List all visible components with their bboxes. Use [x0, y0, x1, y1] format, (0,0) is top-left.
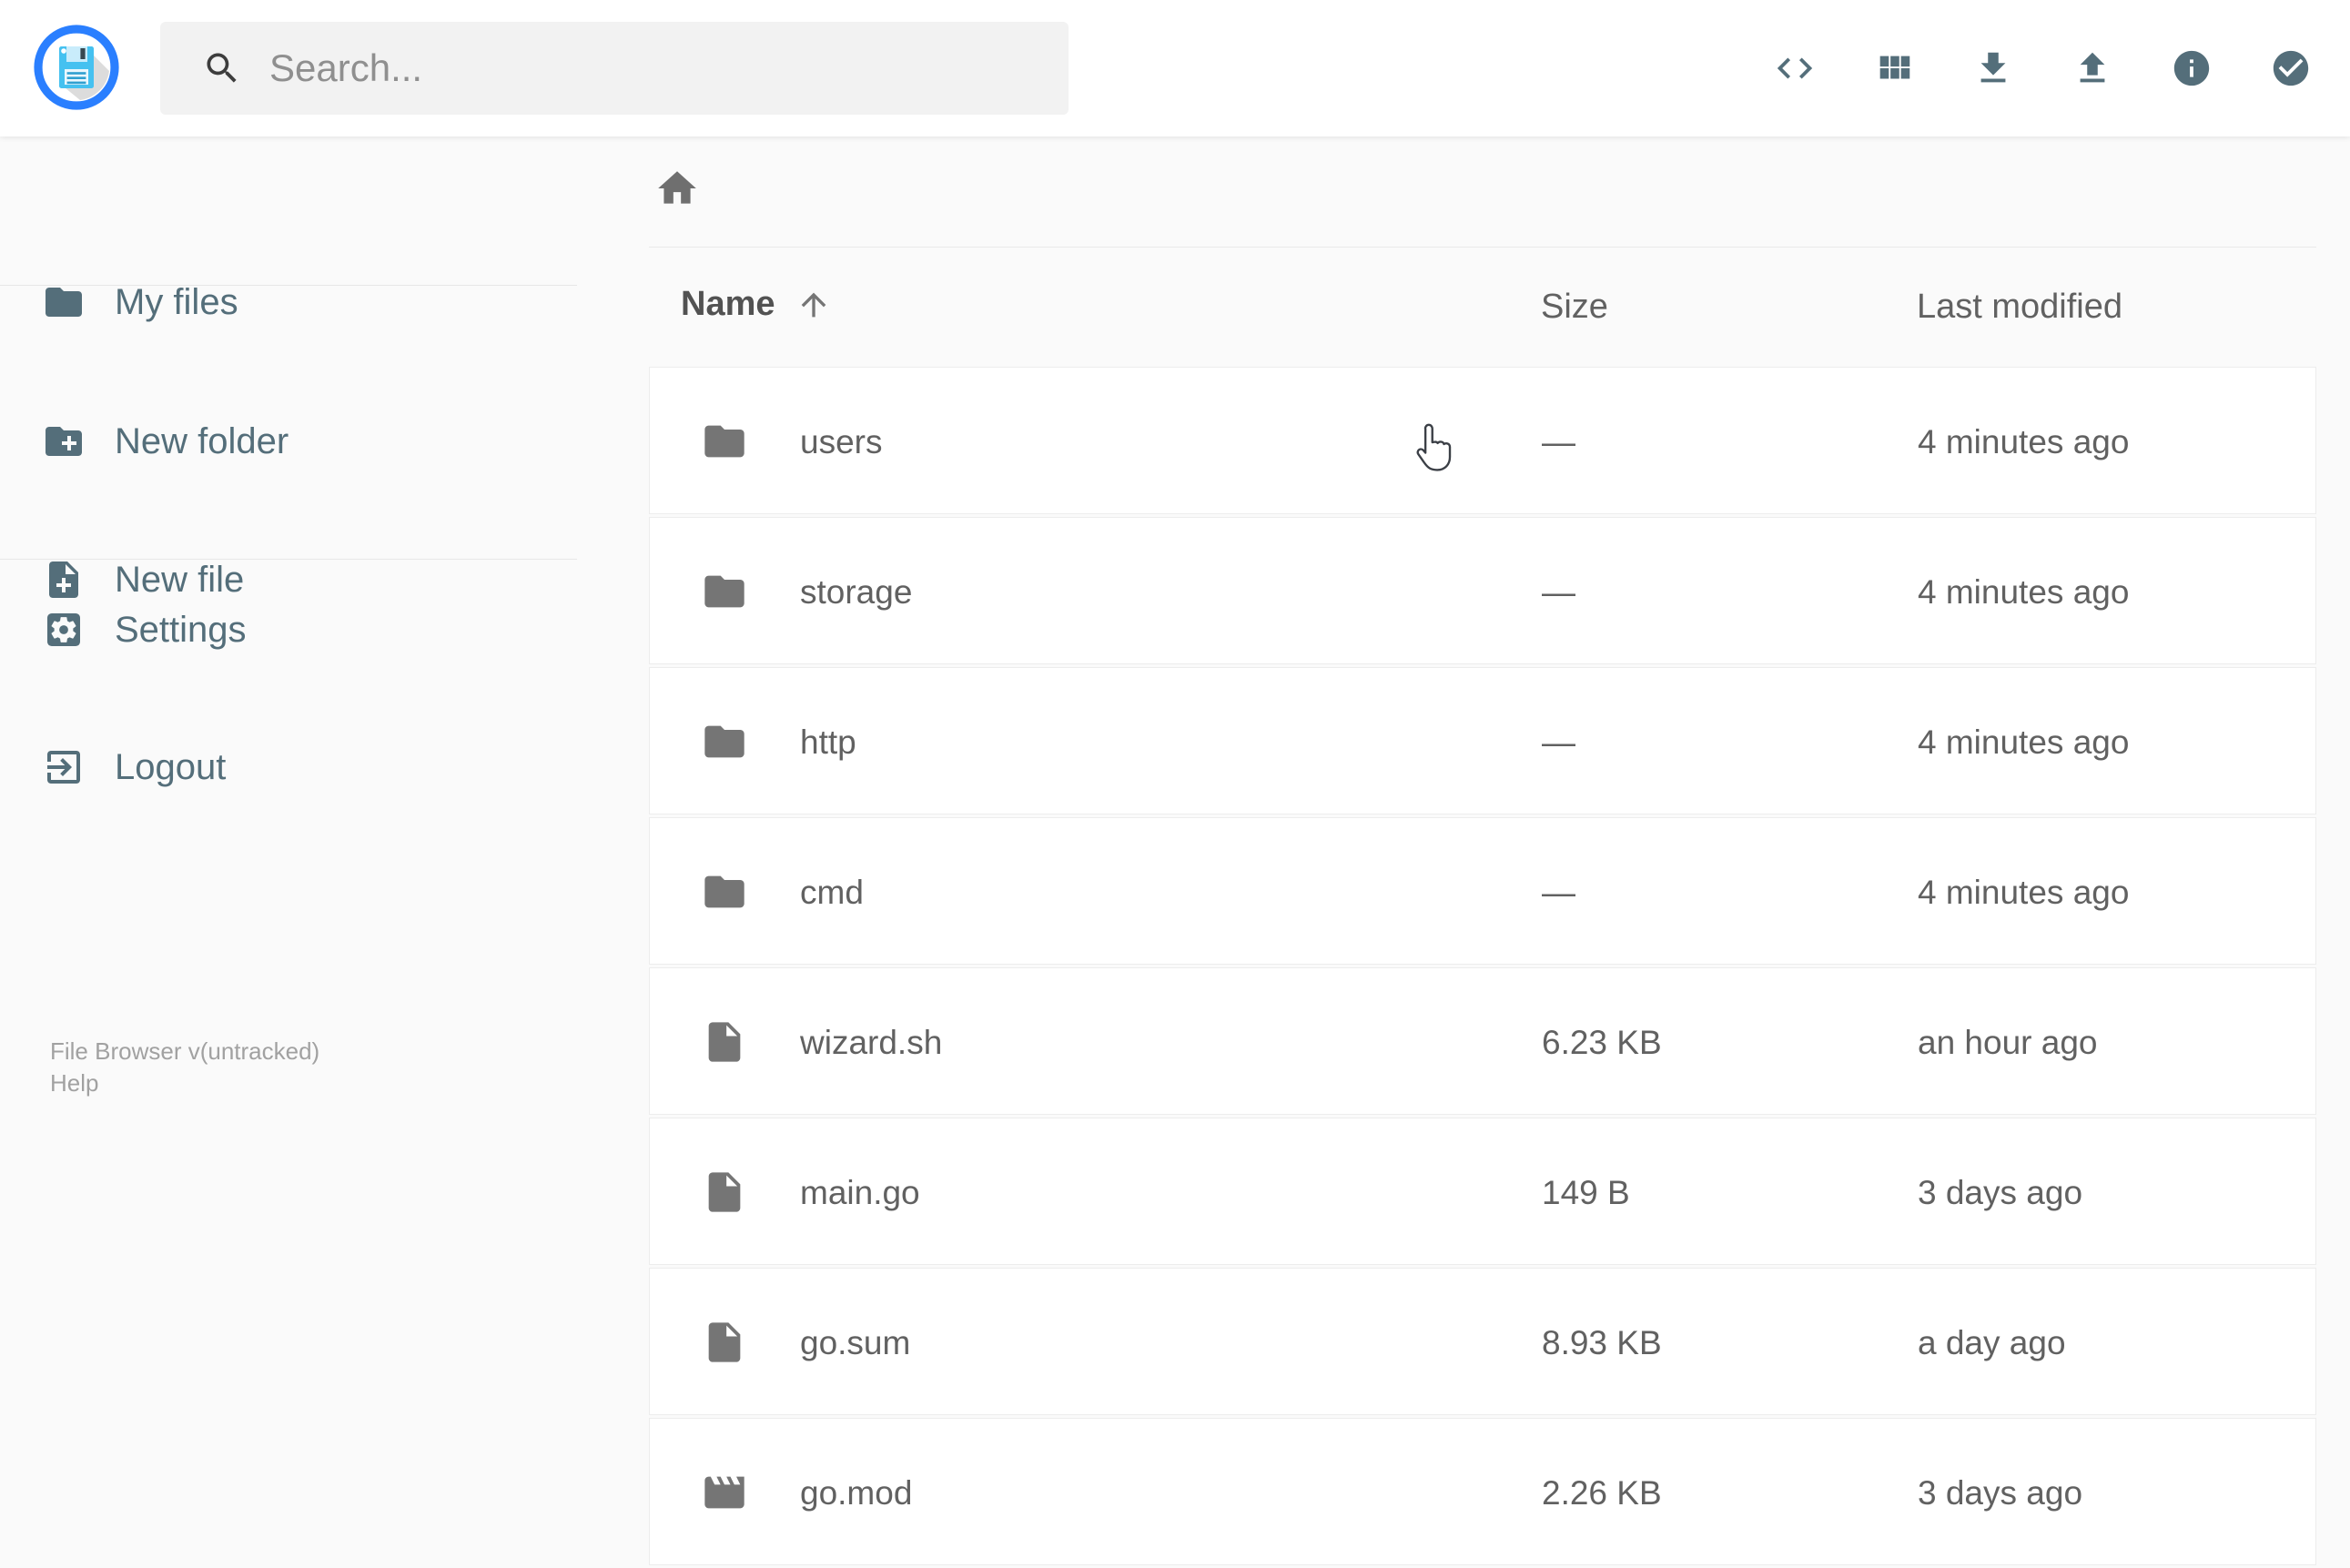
- floppy-disk-logo-icon: [34, 25, 119, 110]
- item-modified: 4 minutes ago: [1918, 874, 2130, 911]
- folder-icon: [46, 288, 82, 317]
- folder-icon: [704, 875, 745, 908]
- column-header-modified[interactable]: Last modified: [1917, 288, 2122, 327]
- folder-icon: [704, 725, 745, 758]
- search-input[interactable]: [269, 46, 1034, 90]
- list-item-go-sum[interactable]: go.sum 8.93 KB a day ago: [649, 1268, 2316, 1415]
- list-item-users[interactable]: users — 4 minutes ago: [649, 367, 2316, 514]
- file-icon: [708, 1022, 741, 1062]
- item-size: 8.93 KB: [1542, 1324, 1662, 1361]
- file-listing: users — 4 minutes ago storage — 4 minute…: [649, 367, 2316, 1568]
- item-modified: 3 days ago: [1918, 1174, 2083, 1211]
- sidebar-divider: [0, 559, 577, 560]
- upload-button[interactable]: [2071, 47, 2113, 89]
- list-item-main-go[interactable]: main.go 149 B 3 days ago: [649, 1118, 2316, 1265]
- item-name: cmd: [800, 874, 864, 911]
- item-size: —: [1542, 723, 1575, 761]
- column-header-size[interactable]: Size: [1541, 288, 1608, 327]
- upload-icon: [2080, 52, 2105, 83]
- settings-icon: [47, 613, 80, 646]
- sidebar-item-label: Logout: [115, 746, 227, 787]
- movie-file-icon: [704, 1476, 745, 1509]
- item-name: main.go: [800, 1174, 920, 1211]
- file-icon: [708, 1172, 741, 1212]
- list-item-storage[interactable]: storage — 4 minutes ago: [649, 517, 2316, 664]
- list-item-wizard-sh[interactable]: wizard.sh 6.23 KB an hour ago: [649, 967, 2316, 1115]
- sidebar-item-label: New folder: [115, 420, 289, 461]
- folder-icon: [704, 575, 745, 608]
- check-circle-icon: [2273, 50, 2309, 86]
- item-name: users: [800, 423, 883, 460]
- breadcrumb-divider: [649, 247, 2316, 248]
- item-name: wizard.sh: [800, 1024, 943, 1061]
- sidebar-item-new-folder[interactable]: New folder: [42, 398, 289, 485]
- code-icon: [1777, 57, 1813, 79]
- item-size: 6.23 KB: [1542, 1024, 1662, 1061]
- item-modified: a day ago: [1918, 1324, 2066, 1361]
- item-size: —: [1542, 423, 1575, 460]
- column-name-label: Name: [681, 285, 775, 323]
- sidebar-item-label: My files: [115, 281, 238, 322]
- search-icon: [207, 53, 237, 83]
- info-icon: [2173, 50, 2210, 86]
- listing-column-headers: Name Size Last modified: [649, 268, 2316, 350]
- sidebar-item-settings[interactable]: Settings: [42, 586, 247, 673]
- toolbar-actions: [1774, 47, 2312, 89]
- logout-icon: [47, 751, 80, 784]
- sidebar-item-my-files[interactable]: My files: [42, 258, 238, 346]
- download-button[interactable]: [1972, 47, 2014, 89]
- item-size: 2.26 KB: [1542, 1474, 1662, 1512]
- file-icon: [708, 1322, 741, 1362]
- list-item-go-mod[interactable]: go.mod 2.26 KB 3 days ago: [649, 1418, 2316, 1565]
- sidebar: My files New folder New file Settings Lo…: [0, 137, 577, 1511]
- item-name: go.mod: [800, 1474, 913, 1512]
- download-icon: [1980, 52, 2006, 83]
- top-bar: [0, 0, 2350, 137]
- column-header-name[interactable]: Name: [681, 285, 832, 324]
- item-size: —: [1542, 573, 1575, 611]
- search-bar[interactable]: [160, 22, 1069, 115]
- sidebar-item-label: Settings: [115, 609, 247, 650]
- home-icon: [658, 171, 696, 204]
- item-name: http: [800, 723, 856, 761]
- create-new-folder-icon: [46, 427, 82, 456]
- sidebar-item-logout[interactable]: Logout: [42, 723, 226, 811]
- item-modified: 3 days ago: [1918, 1474, 2083, 1512]
- list-item-cmd[interactable]: cmd — 4 minutes ago: [649, 817, 2316, 965]
- list-item-http[interactable]: http — 4 minutes ago: [649, 667, 2316, 814]
- item-name: go.sum: [800, 1324, 911, 1361]
- item-modified: an hour ago: [1918, 1024, 2098, 1061]
- folder-icon: [704, 425, 745, 458]
- info-button[interactable]: [2171, 47, 2213, 89]
- item-size: 149 B: [1542, 1174, 1630, 1211]
- breadcrumb-home-button[interactable]: [654, 166, 700, 211]
- filebrowser-logo[interactable]: [33, 24, 120, 111]
- item-modified: 4 minutes ago: [1918, 423, 2130, 460]
- item-modified: 4 minutes ago: [1918, 573, 2130, 611]
- item-size: —: [1542, 874, 1575, 911]
- sidebar-credits: File Browser v(untracked) Help: [50, 1036, 319, 1099]
- grid-view-button[interactable]: [1873, 47, 1915, 89]
- sort-ascending-icon: [801, 292, 826, 317]
- help-link[interactable]: Help: [50, 1067, 319, 1099]
- app-version: File Browser v(untracked): [50, 1037, 320, 1065]
- select-multiple-button[interactable]: [2270, 47, 2312, 89]
- sidebar-divider: [0, 285, 577, 286]
- item-name: storage: [800, 573, 913, 611]
- grid-view-icon: [1879, 56, 1910, 79]
- code-view-button[interactable]: [1774, 47, 1816, 89]
- item-modified: 4 minutes ago: [1918, 723, 2130, 761]
